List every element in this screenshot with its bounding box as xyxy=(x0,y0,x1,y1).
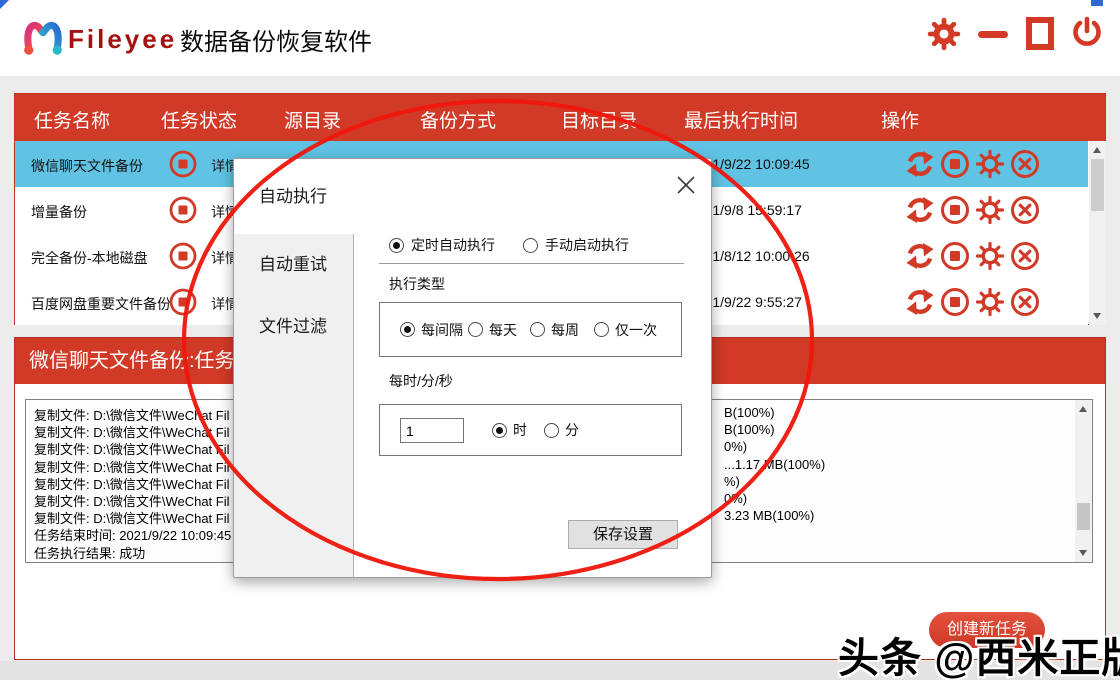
radio-label: 手动启动执行 xyxy=(545,235,629,255)
col-header-task-name: 任务名称 xyxy=(34,106,110,133)
sync-icon[interactable] xyxy=(904,194,936,226)
radio-manual-start[interactable] xyxy=(523,238,538,253)
app-window: Fileyee 数据备份恢复软件 xyxy=(0,0,1120,680)
stop-icon[interactable] xyxy=(939,194,971,226)
watermark-text: 头条 @西米正版软件 xyxy=(838,624,1120,680)
brand-name: Fileyee xyxy=(68,24,177,55)
fileyee-logo-icon xyxy=(20,13,66,61)
delete-x-icon[interactable] xyxy=(1009,286,1041,318)
interval-groupbox: 时 分 xyxy=(379,404,682,456)
dialog-tab-list: 自动执行 自动重试 文件过滤 xyxy=(234,159,354,577)
stop-status-icon xyxy=(168,241,198,271)
scroll-down-icon[interactable] xyxy=(1079,550,1087,556)
scrollbar-thumb[interactable] xyxy=(1091,159,1104,211)
radio-label: 定时自动执行 xyxy=(411,235,495,255)
window-corner-artifact xyxy=(1091,0,1103,6)
task-name: 百度网盘重要文件备份 xyxy=(31,294,171,314)
tab-auto-execute[interactable]: 自动执行 xyxy=(234,159,354,234)
col-header-target-dir: 目标目录 xyxy=(561,106,637,133)
window-corner-artifact xyxy=(0,0,9,9)
sync-icon[interactable] xyxy=(904,240,936,272)
radio-every-day[interactable] xyxy=(468,322,483,337)
task-name: 完全备份-本地磁盘 xyxy=(31,248,148,268)
col-header-source-dir: 源目录 xyxy=(284,106,341,133)
scroll-up-icon[interactable] xyxy=(1093,147,1101,153)
delete-x-icon[interactable] xyxy=(1009,148,1041,180)
delete-x-icon[interactable] xyxy=(1009,240,1041,272)
stop-icon[interactable] xyxy=(939,148,971,180)
gear-icon[interactable] xyxy=(974,194,1006,226)
col-header-actions: 操作 xyxy=(881,106,919,133)
task-name: 微信聊天文件备份 xyxy=(31,156,143,176)
radio-label: 分 xyxy=(565,420,579,440)
radio-unit-hour[interactable] xyxy=(492,423,507,438)
exec-type-groupbox: 每间隔 每天 每周 仅一次 xyxy=(379,302,682,357)
schedule-settings-dialog: 自动执行 自动重试 文件过滤 定时自动执行 手动启动执行 执行类型 每间隔 每天 xyxy=(233,158,712,578)
row-actions xyxy=(904,240,1041,272)
gear-icon[interactable] xyxy=(974,240,1006,272)
radio-every-interval[interactable] xyxy=(400,322,415,337)
exec-mode-group: 定时自动执行 手动启动执行 xyxy=(389,235,629,255)
radio-label: 每间隔 xyxy=(421,320,463,340)
task-name: 增量备份 xyxy=(31,202,87,222)
sync-icon[interactable] xyxy=(904,286,936,318)
power-close-icon[interactable] xyxy=(1070,16,1104,52)
radio-label: 仅一次 xyxy=(615,320,657,340)
delete-x-icon[interactable] xyxy=(1009,194,1041,226)
tab-auto-retry[interactable]: 自动重试 xyxy=(234,234,354,296)
app-title: 数据备份恢复软件 xyxy=(180,22,372,57)
gear-icon[interactable] xyxy=(974,148,1006,180)
radio-label: 每周 xyxy=(551,320,579,340)
table-header: 任务名称 任务状态 源目录 备份方式 目标目录 最后执行时间 操作 xyxy=(15,94,1105,141)
titlebar: Fileyee 数据备份恢复软件 xyxy=(0,0,1120,76)
exec-type-label: 执行类型 xyxy=(389,274,445,294)
scroll-down-icon[interactable] xyxy=(1093,313,1101,319)
radio-label: 每天 xyxy=(489,320,517,340)
row-actions xyxy=(904,148,1041,180)
row-actions xyxy=(904,194,1041,226)
scroll-up-icon[interactable] xyxy=(1079,406,1087,412)
radio-every-week[interactable] xyxy=(530,322,545,337)
radio-timed-auto[interactable] xyxy=(389,238,404,253)
row-actions xyxy=(904,286,1041,318)
radio-unit-minute[interactable] xyxy=(544,423,559,438)
settings-gear-icon[interactable] xyxy=(927,16,961,52)
maximize-icon[interactable] xyxy=(1023,16,1057,52)
stop-status-icon xyxy=(168,149,198,179)
table-scrollbar[interactable] xyxy=(1089,141,1106,325)
tab-file-filter[interactable]: 文件过滤 xyxy=(234,296,354,358)
col-header-task-status: 任务状态 xyxy=(161,106,237,133)
stop-status-icon xyxy=(168,195,198,225)
divider xyxy=(379,263,684,264)
radio-only-once[interactable] xyxy=(594,322,609,337)
minimize-icon[interactable] xyxy=(976,16,1010,52)
log-scrollbar[interactable] xyxy=(1075,400,1092,562)
radio-label: 时 xyxy=(513,420,527,440)
stop-icon[interactable] xyxy=(939,286,971,318)
col-header-last-run: 最后执行时间 xyxy=(684,106,798,133)
save-settings-button[interactable]: 保存设置 xyxy=(568,520,678,549)
stop-status-icon xyxy=(168,287,198,317)
sync-icon[interactable] xyxy=(904,148,936,180)
stop-icon[interactable] xyxy=(939,240,971,272)
close-icon[interactable] xyxy=(674,173,698,197)
interval-label: 每时/分/秒 xyxy=(389,371,453,391)
scrollbar-thumb[interactable] xyxy=(1077,503,1090,530)
gear-icon[interactable] xyxy=(974,286,1006,318)
interval-value-input[interactable] xyxy=(400,418,464,443)
col-header-backup-mode: 备份方式 xyxy=(420,106,496,133)
